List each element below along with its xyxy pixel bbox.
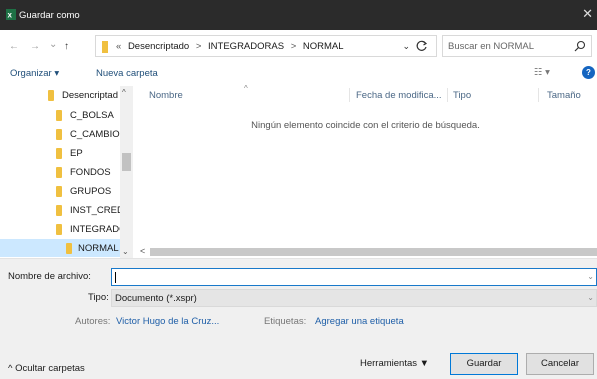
folder-icon xyxy=(56,110,62,121)
folder-icon xyxy=(56,186,62,197)
title-bar: x Guardar como ✕ xyxy=(0,0,597,30)
search-icon[interactable] xyxy=(574,40,586,52)
column-divider[interactable] xyxy=(538,88,539,102)
chevron-down-icon[interactable]: ⌄ xyxy=(587,293,594,302)
organize-button[interactable]: Organizar ▾ xyxy=(10,68,59,79)
file-type-select[interactable]: Documento (*.xspr) ⌄ xyxy=(111,289,597,307)
command-toolbar: Organizar ▾ Nueva carpeta ☷ ▾ ? xyxy=(0,64,597,86)
folder-icon xyxy=(102,41,108,53)
file-type-label: Tipo: xyxy=(88,292,109,303)
sort-indicator-icon: ^ xyxy=(244,84,248,93)
navigation-pane-scrollbar[interactable]: ^ ⌄ xyxy=(120,86,133,258)
tags-label: Etiquetas: xyxy=(264,316,307,327)
close-button[interactable]: ✕ xyxy=(582,6,593,22)
column-divider[interactable] xyxy=(447,88,448,102)
navigation-bar: ← → ⌄ ↑ « Desencriptado > INTEGRADORAS >… xyxy=(0,30,597,64)
navigation-pane: Desencriptad C_BOLSA C_CAMBIO EP FONDOS … xyxy=(0,86,134,258)
excel-icon: x xyxy=(6,9,16,20)
cancel-button[interactable]: Cancelar xyxy=(526,353,594,375)
svg-text:x: x xyxy=(8,11,13,20)
refresh-icon[interactable] xyxy=(415,39,429,53)
text-cursor xyxy=(115,272,116,283)
authors-label: Autores: xyxy=(75,316,111,327)
search-input[interactable]: Buscar en NORMAL xyxy=(448,41,534,52)
folder-icon xyxy=(56,224,62,235)
breadcrumb-item[interactable]: Desencriptado xyxy=(128,41,189,52)
file-type-value: Documento (*.xspr) xyxy=(115,293,197,304)
empty-state-message: Ningún elemento coincide con el criterio… xyxy=(251,120,480,131)
breadcrumb-item[interactable]: INTEGRADORAS xyxy=(208,41,284,52)
tree-item-normal[interactable]: NORMAL xyxy=(0,239,120,257)
folder-icon xyxy=(56,205,62,216)
address-dropdown-icon[interactable]: ⌄ xyxy=(402,41,410,52)
hide-folders-button[interactable]: ^ Ocultar carpetas xyxy=(8,363,85,374)
file-list-horizontal-scrollbar[interactable]: < xyxy=(134,246,597,258)
help-icon[interactable]: ? xyxy=(582,66,595,79)
column-divider[interactable] xyxy=(349,88,350,102)
breadcrumb-separator-icon: > xyxy=(195,41,202,52)
column-header-modified[interactable]: Fecha de modifica... xyxy=(356,90,442,101)
column-header-size[interactable]: Tamaño xyxy=(547,90,581,101)
forward-arrow-icon[interactable]: → xyxy=(30,41,40,52)
folder-icon xyxy=(56,148,62,159)
chevron-down-icon[interactable]: ⌄ xyxy=(587,272,594,281)
folder-icon xyxy=(48,90,54,101)
file-list: Nombre ^ Fecha de modifica... Tipo Tamañ… xyxy=(134,84,597,246)
tags-value[interactable]: Agregar una etiqueta xyxy=(315,316,404,327)
tools-menu-button[interactable]: Herramientas ▼ xyxy=(360,358,429,369)
save-options-panel: Nombre de archivo: ⌄ Tipo: Documento (*.… xyxy=(0,258,597,379)
up-arrow-icon[interactable]: ↑ xyxy=(64,41,69,52)
column-header-type[interactable]: Tipo xyxy=(453,90,471,101)
authors-value[interactable]: Victor Hugo de la Cruz... xyxy=(116,316,219,327)
filename-field[interactable]: ⌄ xyxy=(111,268,597,286)
breadcrumb-overflow-icon[interactable]: « xyxy=(116,41,121,52)
view-options-icon[interactable]: ☷ ▾ xyxy=(534,67,550,78)
search-box[interactable]: Buscar en NORMAL xyxy=(442,35,592,57)
recent-locations-icon[interactable]: ⌄ xyxy=(49,39,57,50)
scrollbar-thumb[interactable] xyxy=(150,248,597,256)
save-button[interactable]: Guardar xyxy=(450,353,518,375)
filename-label: Nombre de archivo: xyxy=(8,271,91,282)
scroll-down-icon[interactable]: ⌄ xyxy=(122,247,129,256)
scrollbar-thumb[interactable] xyxy=(122,153,131,171)
address-bar[interactable]: « Desencriptado > INTEGRADORAS > NORMAL … xyxy=(95,35,437,57)
scroll-up-icon[interactable]: ^ xyxy=(122,88,126,97)
folder-icon xyxy=(66,243,72,254)
folder-icon xyxy=(56,129,62,140)
breadcrumb-item[interactable]: NORMAL xyxy=(303,41,344,52)
scroll-left-icon[interactable]: < xyxy=(140,246,145,256)
breadcrumb-separator-icon: > xyxy=(290,41,297,52)
new-folder-button[interactable]: Nueva carpeta xyxy=(96,68,158,79)
folder-icon xyxy=(56,167,62,178)
column-header-name[interactable]: Nombre xyxy=(149,90,183,101)
breadcrumb: « Desencriptado > INTEGRADORAS > NORMAL xyxy=(116,41,348,52)
back-arrow-icon[interactable]: ← xyxy=(9,41,19,52)
window-title: Guardar como xyxy=(19,10,80,21)
